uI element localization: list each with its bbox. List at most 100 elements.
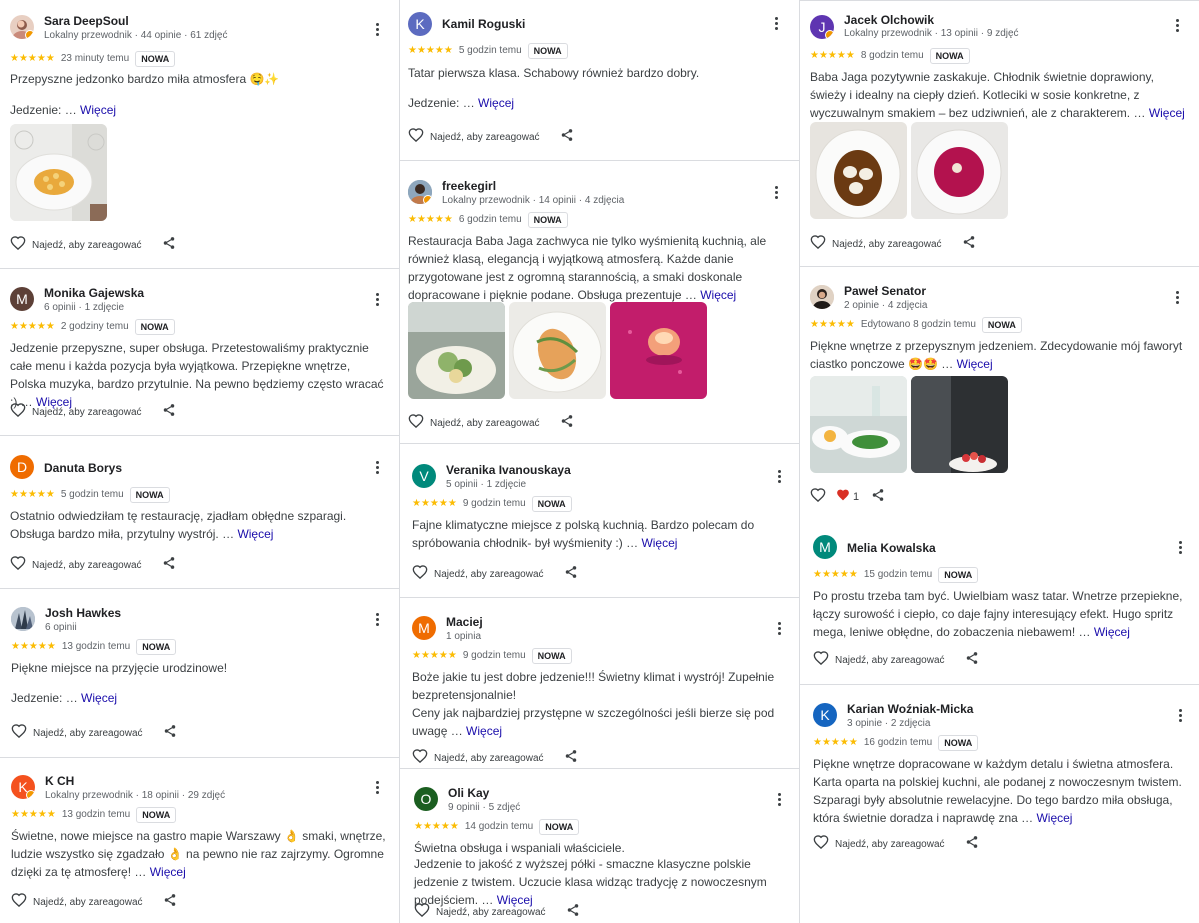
avatar[interactable]: M (412, 616, 436, 640)
heart-icon[interactable] (10, 402, 26, 422)
heart-icon[interactable] (813, 834, 829, 854)
more-options-icon[interactable] (773, 620, 785, 638)
avatar[interactable] (10, 15, 34, 39)
avatar[interactable] (408, 180, 432, 204)
more-options-icon[interactable] (1174, 539, 1186, 557)
reviewer-name[interactable]: Paweł Senator (844, 284, 926, 298)
review-photo[interactable] (911, 122, 1008, 219)
share-icon[interactable] (560, 414, 574, 433)
reviewer-name[interactable]: Jacek Olchowik (844, 13, 934, 27)
share-icon[interactable] (162, 236, 176, 255)
more-link[interactable]: Więcej (1094, 625, 1130, 639)
more-link[interactable]: Więcej (641, 536, 677, 550)
share-icon[interactable] (163, 893, 177, 912)
reviewer-name[interactable]: Karian Woźniak-Micka (847, 702, 973, 716)
reviewer-name[interactable]: Oli Kay (448, 786, 489, 800)
reviewer-name[interactable]: Josh Hawkes (45, 606, 121, 620)
more-link[interactable]: Więcej (80, 103, 116, 117)
review-text: Fajne klimatyczne miejsce z polską kuchn… (412, 516, 787, 552)
review-card: Sara DeepSoul Lokalny przewodnik · 44 op… (10, 14, 390, 265)
avatar[interactable]: K (11, 775, 35, 799)
more-options-icon[interactable] (770, 184, 782, 202)
review-photo[interactable] (911, 376, 1008, 473)
reviewer-name[interactable]: Sara DeepSoul (44, 14, 129, 28)
more-link[interactable]: Więcej (81, 691, 117, 705)
heart-icon[interactable] (10, 235, 26, 255)
reviewer-name[interactable]: K CH (45, 774, 74, 788)
heart-icon[interactable] (810, 234, 826, 254)
more-link[interactable]: Więcej (1036, 811, 1072, 825)
reviewer-name[interactable]: Melia Kowalska (847, 541, 936, 555)
review-photo[interactable] (509, 302, 606, 399)
avatar[interactable]: V (412, 464, 436, 488)
review-text-line: Ceny jak najbardziej przystępne w szczeg… (412, 704, 790, 740)
heart-icon[interactable] (813, 650, 829, 670)
heart-filled-icon[interactable] (836, 488, 850, 506)
avatar[interactable]: M (10, 287, 34, 311)
heart-icon[interactable] (11, 723, 27, 743)
heart-icon[interactable] (408, 127, 424, 147)
avatar[interactable]: D (10, 455, 34, 479)
react-hint: Najedź, aby zareagować (32, 239, 142, 251)
share-icon[interactable] (871, 488, 885, 507)
heart-icon[interactable] (11, 892, 27, 912)
more-options-icon[interactable] (1174, 707, 1186, 725)
more-options-icon[interactable] (371, 291, 383, 309)
more-link[interactable]: Więcej (1149, 106, 1185, 120)
more-options-icon[interactable] (371, 21, 383, 39)
more-link[interactable]: Więcej (478, 96, 514, 110)
share-icon[interactable] (163, 724, 177, 743)
avatar[interactable]: K (408, 12, 432, 36)
more-options-icon[interactable] (773, 468, 785, 486)
avatar[interactable] (810, 285, 834, 309)
reviewer-name[interactable]: Kamil Roguski (442, 17, 525, 31)
heart-icon[interactable] (412, 564, 428, 584)
heart-icon[interactable] (412, 748, 428, 768)
share-icon[interactable] (564, 565, 578, 584)
share-icon[interactable] (162, 403, 176, 422)
more-options-icon[interactable] (770, 15, 782, 33)
more-options-icon[interactable] (371, 459, 383, 477)
more-link[interactable]: Więcej (237, 527, 273, 541)
heart-icon[interactable] (810, 487, 826, 507)
share-icon[interactable] (965, 651, 979, 670)
share-icon[interactable] (962, 235, 976, 254)
share-icon[interactable] (560, 128, 574, 147)
avatar[interactable] (11, 607, 35, 631)
reviewer-name[interactable]: Maciej (446, 615, 483, 629)
more-link[interactable]: Więcej (957, 357, 993, 371)
reviewer-name[interactable]: Monika Gajewska (44, 286, 144, 300)
review-text-body: Piękne miejsce na przyjęcie urodzinowe! (11, 661, 228, 675)
share-icon[interactable] (162, 556, 176, 575)
heart-icon[interactable] (414, 902, 430, 922)
review-photo[interactable] (810, 122, 907, 219)
review-photo[interactable] (610, 302, 707, 399)
reviewer-name[interactable]: Veranika Ivanouskaya (446, 463, 571, 477)
more-link[interactable]: Więcej (700, 288, 736, 302)
avatar-initial: K (820, 707, 830, 723)
share-icon[interactable] (965, 835, 979, 854)
share-icon[interactable] (566, 903, 580, 922)
heart-icon[interactable] (408, 413, 424, 433)
more-options-icon[interactable] (773, 791, 785, 809)
review-text-body: Świetne, nowe miejsce na gastro mapie Wa… (11, 829, 386, 879)
avatar[interactable]: M (813, 535, 837, 559)
heart-icon[interactable] (10, 555, 26, 575)
more-link[interactable]: Więcej (150, 865, 186, 879)
divider (799, 266, 1199, 267)
avatar[interactable]: O (414, 787, 438, 811)
reviewer-name[interactable]: Danuta Borys (44, 461, 122, 475)
review-photo[interactable] (10, 124, 107, 221)
review-text-body: Jedzenie to jakość z wyższej półki - sma… (414, 857, 767, 907)
more-options-icon[interactable] (1171, 289, 1183, 307)
more-options-icon[interactable] (371, 611, 383, 629)
reviewer-name[interactable]: freekegirl (442, 179, 496, 193)
more-options-icon[interactable] (371, 779, 383, 797)
share-icon[interactable] (564, 749, 578, 768)
avatar[interactable]: K (813, 703, 837, 727)
avatar[interactable]: J (810, 15, 834, 39)
review-photo[interactable] (810, 376, 907, 473)
more-options-icon[interactable] (1171, 17, 1183, 35)
more-link[interactable]: Więcej (466, 724, 502, 738)
review-photo[interactable] (408, 302, 505, 399)
